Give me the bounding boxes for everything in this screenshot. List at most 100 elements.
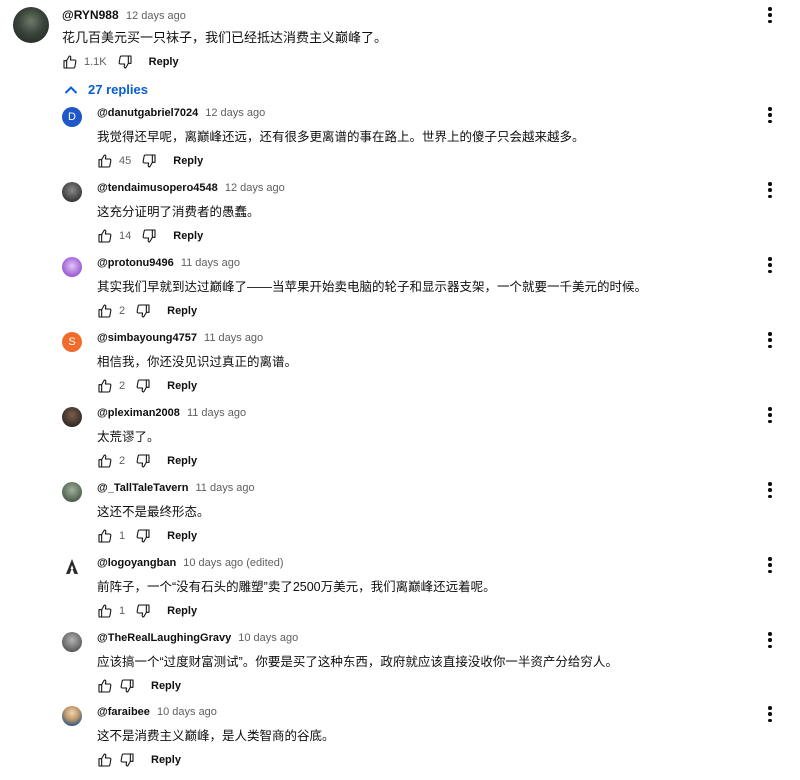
thumbs-down-icon[interactable]	[135, 603, 151, 619]
more-vert-icon[interactable]	[767, 407, 773, 423]
comment-timestamp[interactable]: 12 days ago	[225, 182, 285, 194]
comment-author[interactable]: @pleximan2008	[97, 407, 180, 419]
chevron-up-icon	[64, 85, 78, 94]
comment-text: 这充分证明了消费者的愚蠢。	[97, 205, 260, 219]
more-vert-icon[interactable]	[767, 557, 773, 573]
reply-button[interactable]: Reply	[167, 530, 197, 542]
comment-header: @tendaimusopero4548 12 days ago	[97, 182, 285, 194]
avatar-letter: D	[68, 111, 76, 123]
comment-text: 应该搞一个“过度财富测试”。你要是买了这种东西，政府就应该直接没收你一半资产分给…	[97, 655, 618, 669]
reply-button[interactable]: Reply	[173, 155, 203, 167]
reply-button[interactable]: Reply	[167, 605, 197, 617]
more-vert-icon[interactable]	[767, 706, 773, 722]
list-item: @tendaimusopero4548 12 days ago 这充分证明了消费…	[0, 182, 800, 256]
thumbs-down-icon[interactable]	[135, 528, 151, 544]
thumbs-up-icon[interactable]	[62, 54, 78, 70]
avatar-letter: S	[68, 336, 76, 348]
comment-header: @RYN988 12 days ago	[62, 8, 186, 22]
comment-author[interactable]: @RYN988	[62, 8, 119, 22]
avatar[interactable]	[62, 182, 82, 202]
like-count: 1	[119, 605, 126, 617]
reply-button[interactable]: Reply	[173, 230, 203, 242]
avatar[interactable]	[62, 482, 82, 502]
avatar[interactable]	[62, 632, 82, 652]
thumbs-down-icon[interactable]	[141, 153, 157, 169]
thumbs-down-icon[interactable]	[117, 54, 133, 70]
comment-timestamp[interactable]: 10 days ago (edited)	[183, 557, 283, 569]
reply-button[interactable]: Reply	[167, 380, 197, 392]
avatar[interactable]	[62, 706, 82, 726]
comment-timestamp[interactable]: 11 days ago	[181, 257, 240, 269]
more-vert-icon[interactable]	[767, 182, 773, 198]
like-count: 2	[119, 305, 126, 317]
comment-header: @simbayoung4757 11 days ago	[97, 332, 263, 344]
reply-button[interactable]: Reply	[167, 455, 197, 467]
avatar[interactable]: S	[62, 332, 82, 352]
thumbs-up-icon[interactable]	[97, 303, 113, 319]
replies-toggle-button[interactable]: 27 replies	[64, 82, 148, 97]
more-vert-icon[interactable]	[767, 7, 773, 23]
comment-actions: 1 Reply	[97, 527, 197, 545]
avatar[interactable]	[13, 7, 49, 43]
thumbs-down-icon[interactable]	[135, 303, 151, 319]
avatar[interactable]	[62, 257, 82, 277]
comment-timestamp[interactable]: 11 days ago	[204, 332, 263, 344]
comment-timestamp[interactable]: 10 days ago	[238, 632, 298, 644]
comment-text: 这还不是最终形态。	[97, 505, 210, 519]
like-count: 1	[119, 530, 126, 542]
thumbs-down-icon[interactable]	[135, 453, 151, 469]
comment-text: 花几百美元买一只袜子，我们已经抵达消费主义巅峰了。	[62, 30, 388, 45]
thumbs-up-icon[interactable]	[97, 752, 113, 768]
more-vert-icon[interactable]	[767, 107, 773, 123]
comment-actions: 2 Reply	[97, 452, 197, 470]
thumbs-down-icon[interactable]	[119, 678, 135, 694]
thumbs-up-icon[interactable]	[97, 603, 113, 619]
comment-text: 太荒谬了。	[97, 430, 160, 444]
comment-timestamp[interactable]: 12 days ago	[126, 10, 186, 22]
thumbs-up-icon[interactable]	[97, 153, 113, 169]
thumbs-up-icon[interactable]	[97, 228, 113, 244]
comment-author[interactable]: @_TallTaleTavern	[97, 482, 188, 494]
comment-author[interactable]: @faraibee	[97, 706, 150, 718]
avatar[interactable]	[62, 557, 82, 577]
comment-actions: 2 Reply	[97, 302, 197, 320]
comment-timestamp[interactable]: 10 days ago	[157, 706, 217, 718]
comment-author[interactable]: @protonu9496	[97, 257, 174, 269]
reply-button[interactable]: Reply	[167, 305, 197, 317]
more-vert-icon[interactable]	[767, 257, 773, 273]
comment-author[interactable]: @tendaimusopero4548	[97, 182, 218, 194]
list-item: @TheRealLaughingGravy 10 days ago 应该搞一个“…	[0, 632, 800, 706]
avatar[interactable]	[62, 407, 82, 427]
avatar[interactable]: D	[62, 107, 82, 127]
comment-timestamp[interactable]: 11 days ago	[196, 482, 255, 494]
comment-author[interactable]: @danutgabriel7024	[97, 107, 198, 119]
comment-author[interactable]: @TheRealLaughingGravy	[97, 632, 231, 644]
comment-author[interactable]: @logoyangban	[97, 557, 176, 569]
comment-timestamp[interactable]: 12 days ago	[205, 107, 265, 119]
thumbs-up-icon[interactable]	[97, 528, 113, 544]
comment-timestamp[interactable]: 11 days ago	[187, 407, 246, 419]
reply-button[interactable]: Reply	[149, 56, 179, 68]
list-item: @faraibee 10 days ago 这不是消费主义巅峰，是人类智商的谷底…	[0, 706, 800, 780]
thumbs-down-icon[interactable]	[141, 228, 157, 244]
comment-author[interactable]: @simbayoung4757	[97, 332, 197, 344]
thumbs-down-icon[interactable]	[135, 378, 151, 394]
like-count: 2	[119, 455, 126, 467]
thumbs-down-icon[interactable]	[119, 752, 135, 768]
like-count: 14	[119, 230, 132, 242]
more-vert-icon[interactable]	[767, 332, 773, 348]
more-vert-icon[interactable]	[767, 482, 773, 498]
assassin-logo-icon	[66, 559, 78, 574]
more-vert-icon[interactable]	[767, 632, 773, 648]
list-item: S @simbayoung4757 11 days ago 相信我，你还没见识过…	[0, 332, 800, 406]
thumbs-up-icon[interactable]	[97, 678, 113, 694]
comment-text: 其实我们早就到达过巅峰了——当苹果开始卖电脑的轮子和显示器支架，一个就要一千美元…	[97, 280, 648, 294]
reply-button[interactable]: Reply	[151, 754, 181, 766]
comment-actions: 1.1K Reply	[62, 52, 179, 72]
thumbs-up-icon[interactable]	[97, 453, 113, 469]
comment-actions: 45 Reply	[97, 152, 203, 170]
comment-text: 我觉得还早呢，离巅峰还远，还有很多更离谱的事在路上。世界上的傻子只会越来越多。	[97, 130, 585, 144]
list-item: D @danutgabriel7024 12 days ago 我觉得还早呢，离…	[0, 107, 800, 181]
thumbs-up-icon[interactable]	[97, 378, 113, 394]
reply-button[interactable]: Reply	[151, 680, 181, 692]
